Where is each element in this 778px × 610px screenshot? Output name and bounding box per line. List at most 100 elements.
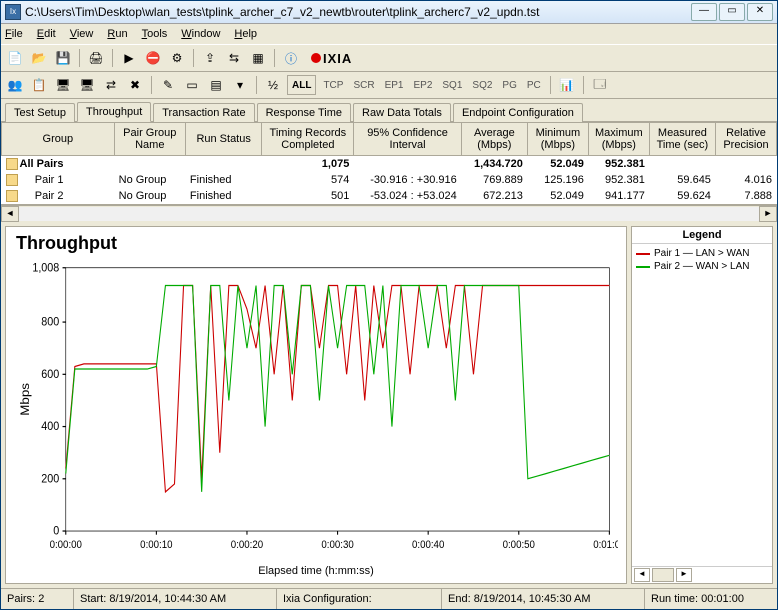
cell-ci: -53.024 : +53.024 bbox=[354, 188, 461, 204]
half-icon[interactable]: ½ bbox=[263, 75, 283, 95]
scroll-thumb[interactable] bbox=[652, 568, 674, 582]
chart-svg: 02004006008001,0080:00:000:00:100:00:200… bbox=[14, 258, 618, 563]
compare-icon[interactable]: ⇆ bbox=[224, 48, 244, 68]
toolbar-main: 📄 📂 💾 🖨 ▶ ⛔ ⚙ ⇪ ⇆ ▦ ⓘ IXIA bbox=[1, 44, 777, 72]
info-icon[interactable]: ⓘ bbox=[281, 48, 301, 68]
tab-endpoint-configuration[interactable]: Endpoint Configuration bbox=[453, 103, 583, 122]
col-avg[interactable]: Average (Mbps) bbox=[461, 123, 527, 156]
group-icon[interactable]: ▭ bbox=[182, 75, 202, 95]
cell-group: Pair 2 bbox=[2, 188, 115, 204]
filter-ep2[interactable]: EP2 bbox=[410, 80, 435, 91]
tab-throughput[interactable]: Throughput bbox=[77, 102, 151, 122]
table-row[interactable]: Pair 1No GroupFinished574-30.916 : +30.9… bbox=[2, 172, 777, 188]
legend-item[interactable]: Pair 2 — WAN > LAN bbox=[636, 261, 768, 272]
table-row[interactable]: Pair 2No GroupFinished501-53.024 : +53.0… bbox=[2, 188, 777, 204]
export-icon[interactable]: ⇪ bbox=[200, 48, 220, 68]
tab-response-time[interactable]: Response Time bbox=[257, 103, 351, 122]
filter-icon[interactable]: ▾ bbox=[230, 75, 250, 95]
legend-hscroll[interactable]: ◄ ► bbox=[632, 566, 772, 583]
legend-item[interactable]: Pair 1 — LAN > WAN bbox=[636, 248, 768, 259]
app-icon: Ix bbox=[5, 4, 21, 20]
filter-pg[interactable]: PG bbox=[499, 80, 519, 91]
cell-pgname: No Group bbox=[114, 188, 185, 204]
scroll-left-icon[interactable]: ◄ bbox=[634, 568, 650, 582]
new-icon[interactable]: 📄 bbox=[5, 48, 25, 68]
dot-icon bbox=[311, 53, 321, 63]
tab-transaction-rate[interactable]: Transaction Rate bbox=[153, 103, 254, 122]
menu-help[interactable]: Help bbox=[234, 28, 257, 40]
scroll-track[interactable] bbox=[19, 207, 759, 221]
table-icon[interactable]: ▦ bbox=[248, 48, 268, 68]
config-icon[interactable]: 🗔 bbox=[590, 75, 610, 95]
filter-scr[interactable]: SCR bbox=[350, 80, 377, 91]
filter-ep1[interactable]: EP1 bbox=[382, 80, 407, 91]
menu-window[interactable]: Window bbox=[181, 28, 220, 40]
cell-mt: 59.645 bbox=[649, 172, 715, 188]
chart-icon[interactable]: 📊 bbox=[557, 75, 577, 95]
menubar: File Edit View Run Tools Window Help bbox=[1, 24, 777, 44]
print-icon[interactable]: 🖨 bbox=[86, 48, 106, 68]
toolbar-separator bbox=[151, 76, 152, 94]
filter-sq2[interactable]: SQ2 bbox=[469, 80, 495, 91]
scroll-right-icon[interactable]: ► bbox=[759, 206, 777, 222]
filter-sq1[interactable]: SQ1 bbox=[439, 80, 465, 91]
col-rp[interactable]: Relative Precision bbox=[715, 123, 776, 156]
menu-view[interactable]: View bbox=[70, 28, 94, 40]
svg-text:400: 400 bbox=[41, 421, 59, 434]
cell-status: Finished bbox=[185, 172, 261, 188]
col-pgname[interactable]: Pair Group Name bbox=[114, 123, 185, 156]
svg-text:0:00:30: 0:00:30 bbox=[321, 540, 354, 552]
cell-min: 52.049 bbox=[527, 156, 588, 173]
copy-icon[interactable]: 📋 bbox=[29, 75, 49, 95]
status-pairs: Pairs: 2 bbox=[1, 589, 74, 609]
close-button[interactable]: ✕ bbox=[747, 3, 773, 21]
pair-icon bbox=[6, 158, 18, 170]
svg-text:0:00:00: 0:00:00 bbox=[50, 540, 83, 552]
tab-test-setup[interactable]: Test Setup bbox=[5, 103, 75, 122]
menu-edit[interactable]: Edit bbox=[37, 28, 56, 40]
svg-text:0:00:20: 0:00:20 bbox=[231, 540, 264, 552]
open-icon[interactable]: 📂 bbox=[29, 48, 49, 68]
minimize-button[interactable]: — bbox=[691, 3, 717, 21]
stop-icon[interactable]: ⛔ bbox=[143, 48, 163, 68]
swap-icon[interactable]: ⇄ bbox=[101, 75, 121, 95]
svg-text:600: 600 bbox=[41, 369, 59, 382]
maximize-button[interactable]: ▭ bbox=[719, 3, 745, 21]
scroll-right-icon[interactable]: ► bbox=[676, 568, 692, 582]
menu-file[interactable]: File bbox=[5, 28, 23, 40]
scroll-left-icon[interactable]: ◄ bbox=[1, 206, 19, 222]
grid-header-row: Group Pair Group Name Run Status Timing … bbox=[2, 123, 777, 156]
cell-avg: 1,434.720 bbox=[461, 156, 527, 173]
monitor1-icon[interactable]: 🖥 bbox=[53, 75, 73, 95]
filter-tcp[interactable]: TCP bbox=[320, 80, 346, 91]
save-icon[interactable]: 💾 bbox=[53, 48, 73, 68]
pair-icon[interactable]: 👥 bbox=[5, 75, 25, 95]
col-mt[interactable]: Measured Time (sec) bbox=[649, 123, 715, 156]
col-max[interactable]: Maximum (Mbps) bbox=[588, 123, 649, 156]
filter-all[interactable]: ALL bbox=[287, 75, 316, 95]
table-row[interactable]: All Pairs1,0751,434.72052.049952.381 bbox=[2, 156, 777, 173]
col-status[interactable]: Run Status bbox=[185, 123, 261, 156]
tab-raw-data-totals[interactable]: Raw Data Totals bbox=[353, 103, 451, 122]
run-icon[interactable]: ▶ bbox=[119, 48, 139, 68]
sort-icon[interactable]: ▤ bbox=[206, 75, 226, 95]
edit-icon[interactable]: ✎ bbox=[158, 75, 178, 95]
toolbar-separator bbox=[550, 76, 551, 94]
gear-icon[interactable]: ⚙ bbox=[167, 48, 187, 68]
col-min[interactable]: Minimum (Mbps) bbox=[527, 123, 588, 156]
grid-hscroll[interactable]: ◄ ► bbox=[1, 205, 777, 222]
filter-pc[interactable]: PC bbox=[524, 80, 544, 91]
chart-title: Throughput bbox=[16, 233, 622, 254]
col-trc[interactable]: Timing Records Completed bbox=[262, 123, 354, 156]
col-ci[interactable]: 95% Confidence Interval bbox=[354, 123, 461, 156]
cell-group: All Pairs bbox=[2, 156, 115, 173]
delete-icon[interactable]: ✖ bbox=[125, 75, 145, 95]
menu-run[interactable]: Run bbox=[107, 28, 127, 40]
col-group[interactable]: Group bbox=[2, 123, 115, 156]
cell-avg: 672.213 bbox=[461, 188, 527, 204]
cell-max: 952.381 bbox=[588, 156, 649, 173]
menu-tools[interactable]: Tools bbox=[142, 28, 168, 40]
cell-mt: 59.624 bbox=[649, 188, 715, 204]
monitor2-icon[interactable]: 🖥 bbox=[77, 75, 97, 95]
toolbar-separator bbox=[274, 49, 275, 67]
